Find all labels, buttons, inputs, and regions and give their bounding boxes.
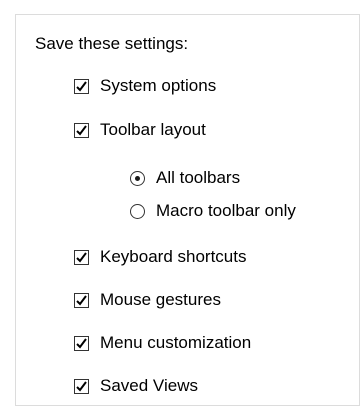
menu-customization-checkbox[interactable]: Menu customization xyxy=(74,331,251,355)
keyboard-shortcuts-checkbox[interactable]: Keyboard shortcuts xyxy=(74,245,246,269)
saved-views-checkbox[interactable]: Saved Views xyxy=(74,374,198,398)
all-toolbars-radio[interactable]: All toolbars xyxy=(130,166,240,190)
radio-button[interactable] xyxy=(130,203,145,219)
toolbar-layout-label: Toolbar layout xyxy=(100,120,206,139)
checkbox-box[interactable] xyxy=(74,292,89,308)
checkbox-box[interactable] xyxy=(74,122,89,138)
keyboard-shortcuts-label: Keyboard shortcuts xyxy=(100,247,247,266)
system-options-label: System options xyxy=(100,76,217,95)
all-toolbars-label: All toolbars xyxy=(156,168,241,187)
macro-toolbar-only-label: Macro toolbar only xyxy=(156,201,296,220)
checkmark-icon xyxy=(76,380,87,392)
checkmark-icon xyxy=(76,337,87,349)
checkbox-box[interactable] xyxy=(74,335,89,351)
checkmark-icon xyxy=(76,80,87,92)
toolbar-layout-checkbox[interactable]: Toolbar layout xyxy=(74,118,206,142)
system-options-checkbox[interactable]: System options xyxy=(74,74,216,98)
menu-customization-label: Menu customization xyxy=(100,333,252,352)
save-settings-heading: Save these settings: xyxy=(35,34,189,53)
mouse-gestures-checkbox[interactable]: Mouse gestures xyxy=(74,288,221,312)
mouse-gestures-label: Mouse gestures xyxy=(100,290,221,309)
saved-views-label: Saved Views xyxy=(100,376,198,395)
save-settings-panel: Save these settings: System options Tool… xyxy=(0,0,363,416)
checkmark-icon xyxy=(76,124,87,136)
checkmark-icon xyxy=(76,294,87,306)
checkbox-box[interactable] xyxy=(74,249,89,265)
radio-dot-icon xyxy=(135,175,140,181)
checkmark-icon xyxy=(76,251,87,263)
macro-toolbar-only-radio[interactable]: Macro toolbar only xyxy=(130,199,296,223)
checkbox-box[interactable] xyxy=(74,378,89,394)
radio-button[interactable] xyxy=(130,170,145,186)
checkbox-box[interactable] xyxy=(74,78,89,94)
